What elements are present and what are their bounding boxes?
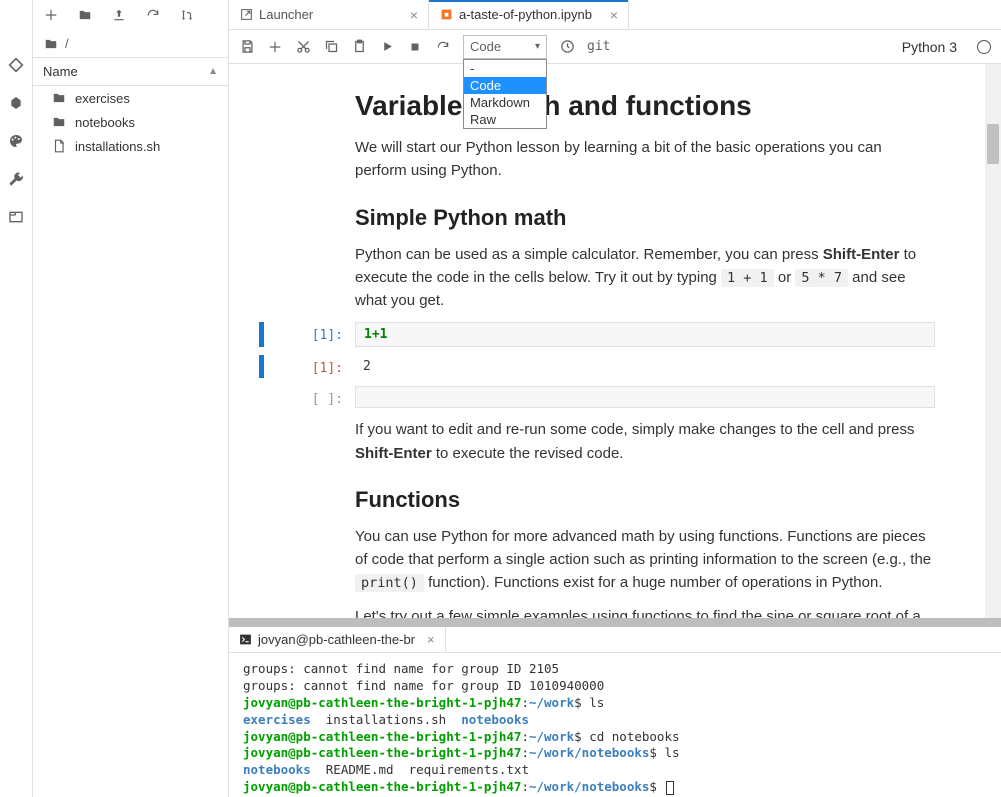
file-item[interactable]: notebooks bbox=[33, 110, 228, 134]
column-name-label: Name bbox=[43, 64, 78, 79]
paste-icon[interactable] bbox=[351, 39, 367, 55]
notebook-panel: Code ▾ -CodeMarkdownRaw git Python 3 Var… bbox=[229, 30, 1001, 618]
folder-icon bbox=[43, 37, 59, 51]
code-input[interactable]: 1+1 bbox=[355, 322, 935, 347]
breadcrumb-path: / bbox=[65, 36, 69, 51]
code-cell-empty[interactable]: [ ]: bbox=[355, 386, 935, 408]
file-item[interactable]: installations.sh bbox=[33, 134, 228, 158]
celltype-option[interactable]: Raw bbox=[464, 111, 546, 128]
terminal-tabbar: jovyan@pb-cathleen-the-br × bbox=[229, 627, 1001, 653]
terminal-tab[interactable]: jovyan@pb-cathleen-the-br × bbox=[229, 627, 446, 652]
celltype-dropdown[interactable]: -CodeMarkdownRaw bbox=[463, 59, 547, 129]
code-input[interactable] bbox=[355, 386, 935, 408]
palette-icon[interactable] bbox=[6, 131, 26, 151]
terminal-icon bbox=[239, 633, 252, 646]
paragraph: You can use Python for more advanced mat… bbox=[355, 525, 935, 595]
heading-2: Simple Python math bbox=[355, 205, 935, 231]
markdown-cell[interactable]: Variables, math and functions We will st… bbox=[355, 90, 935, 312]
file-browser-toolbar bbox=[33, 0, 228, 30]
file-browser: / Name ▲ exercises notebooks installations… bbox=[33, 0, 229, 797]
document-tab[interactable]: ■ a-taste-of-python.ipynb × bbox=[429, 0, 629, 29]
save-icon[interactable] bbox=[239, 39, 255, 55]
cell-selection-bar bbox=[259, 355, 264, 378]
paragraph: Let's try out a few simple examples usin… bbox=[355, 605, 935, 619]
close-icon[interactable]: × bbox=[610, 7, 618, 23]
celltype-option[interactable]: Markdown bbox=[464, 94, 546, 111]
folder-icon bbox=[51, 114, 67, 130]
tab-label: Launcher bbox=[259, 7, 313, 22]
terminal-tab-label: jovyan@pb-cathleen-the-br bbox=[258, 632, 415, 647]
heading-2: Functions bbox=[355, 487, 935, 513]
scrollbar-track[interactable] bbox=[985, 64, 1001, 618]
new-folder-icon[interactable] bbox=[77, 7, 93, 23]
paragraph: Python can be used as a simple calculato… bbox=[355, 243, 935, 313]
copy-icon[interactable] bbox=[323, 39, 339, 55]
git-button[interactable]: git bbox=[587, 39, 610, 54]
celltype-option[interactable]: Code bbox=[464, 77, 546, 94]
kernel-name[interactable]: Python 3 bbox=[902, 39, 957, 55]
folder-icon bbox=[51, 90, 67, 106]
output-cell: [1]: 2 bbox=[355, 355, 935, 378]
launcher-icon bbox=[239, 8, 253, 22]
paragraph: We will start our Python lesson by learn… bbox=[355, 136, 935, 183]
notebook-content[interactable]: Variables, math and functions We will st… bbox=[229, 64, 1001, 618]
code-cell[interactable]: [1]: 1+1 bbox=[355, 322, 935, 347]
celltype-select-wrap: Code ▾ -CodeMarkdownRaw bbox=[463, 35, 547, 59]
restart-icon[interactable] bbox=[435, 39, 451, 55]
extensions-icon[interactable] bbox=[6, 93, 26, 113]
sort-caret-icon: ▲ bbox=[208, 66, 218, 77]
markdown-cell[interactable]: If you want to edit and re-run some code… bbox=[355, 418, 935, 618]
run-icon[interactable] bbox=[379, 39, 395, 55]
wrench-icon[interactable] bbox=[6, 169, 26, 189]
clock-icon[interactable] bbox=[559, 39, 575, 55]
celltype-option[interactable]: - bbox=[464, 60, 546, 77]
output-value: 2 bbox=[355, 355, 935, 378]
activity-bar bbox=[0, 0, 33, 797]
file-icon bbox=[51, 138, 67, 154]
file-item-label: installations.sh bbox=[75, 139, 160, 154]
tabs-icon[interactable] bbox=[6, 207, 26, 227]
cell-selection-bar bbox=[259, 322, 264, 347]
terminal-body[interactable]: groups: cannot find name for group ID 21… bbox=[229, 653, 1001, 797]
file-list: exercises notebooks installations.sh bbox=[33, 86, 228, 797]
notebook-toolbar: Code ▾ -CodeMarkdownRaw git Python 3 bbox=[229, 30, 1001, 64]
close-icon[interactable]: × bbox=[427, 632, 435, 647]
upload-icon[interactable] bbox=[111, 7, 127, 23]
celltype-select[interactable]: Code ▾ bbox=[463, 35, 547, 59]
scrollbar-thumb[interactable] bbox=[987, 124, 999, 164]
output-prompt: [1]: bbox=[283, 361, 343, 376]
tab-label: a-taste-of-python.ipynb bbox=[459, 7, 592, 22]
document-tab[interactable]: Launcher × bbox=[229, 0, 429, 29]
svg-text:■: ■ bbox=[444, 10, 449, 19]
new-icon[interactable] bbox=[43, 7, 59, 23]
paragraph: If you want to edit and re-run some code… bbox=[355, 418, 935, 465]
notebook-icon: ■ bbox=[439, 8, 453, 22]
celltype-selected-label: Code bbox=[470, 39, 501, 54]
main-area: Launcher × ■ a-taste-of-python.ipynb × Code … bbox=[229, 0, 1001, 797]
input-prompt: [1]: bbox=[283, 328, 343, 343]
cut-icon[interactable] bbox=[295, 39, 311, 55]
file-item-label: exercises bbox=[75, 91, 130, 106]
heading-1: Variables, math and functions bbox=[355, 90, 935, 122]
add-cell-icon[interactable] bbox=[267, 39, 283, 55]
chevron-down-icon: ▾ bbox=[535, 41, 540, 52]
file-item-label: notebooks bbox=[75, 115, 135, 130]
stop-icon[interactable] bbox=[407, 39, 423, 55]
file-item[interactable]: exercises bbox=[33, 86, 228, 110]
input-prompt-empty: [ ]: bbox=[283, 392, 343, 407]
pane-splitter[interactable] bbox=[229, 618, 1001, 627]
terminal-panel: jovyan@pb-cathleen-the-br × groups: cann… bbox=[229, 627, 1001, 797]
breadcrumb[interactable]: / bbox=[33, 30, 228, 58]
kernel-status-icon[interactable] bbox=[977, 40, 991, 54]
document-tabbar: Launcher × ■ a-taste-of-python.ipynb × bbox=[229, 0, 1001, 30]
close-icon[interactable]: × bbox=[410, 7, 418, 23]
git-pull-icon[interactable] bbox=[179, 7, 195, 23]
refresh-icon[interactable] bbox=[145, 7, 161, 23]
file-list-header[interactable]: Name ▲ bbox=[33, 58, 228, 86]
git-icon[interactable] bbox=[6, 55, 26, 75]
